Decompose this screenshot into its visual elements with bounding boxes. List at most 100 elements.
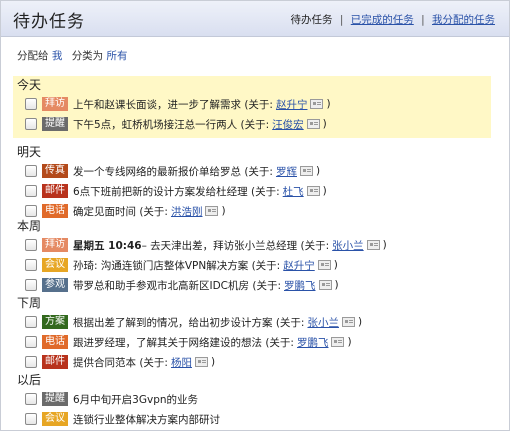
about-suffix: ) [333, 259, 338, 271]
contact-link[interactable]: 汪俊宏 [272, 117, 304, 132]
task-checkbox[interactable] [25, 118, 37, 130]
contact-card-icon[interactable] [306, 119, 320, 129]
contact-link[interactable]: 罗鹏飞 [284, 278, 316, 293]
task-checkbox[interactable] [25, 98, 37, 110]
filter-bar: 分配给 我 分类为 所有 [17, 48, 128, 63]
assign-filter-label: 分配给 [17, 50, 49, 62]
task-category-badge: 电话 [42, 204, 68, 218]
contact-link[interactable]: 杜飞 [283, 184, 304, 199]
task-text[interactable]: 发一个专线网络的最新报价单给罗总 [73, 164, 241, 179]
task-text[interactable]: 6月中旬开启3Gvpn的业务 [73, 392, 198, 407]
task-checkbox[interactable] [25, 185, 37, 197]
assign-filter-value[interactable]: 我 [52, 50, 63, 62]
contact-card-icon[interactable] [317, 260, 331, 270]
task-row: 提醒 下午5点，虹桥机场接汪总一行两人 (关于: 汪俊宏) [17, 114, 491, 134]
task-row: 提醒 6月中旬开启3Gvpn的业务 [17, 389, 491, 409]
about-suffix: ) [357, 316, 363, 328]
task-text[interactable]: 提供合同范本 [73, 355, 136, 370]
task-checkbox[interactable] [25, 279, 37, 291]
contact-card-icon[interactable] [366, 240, 380, 250]
task-checkbox[interactable] [25, 413, 37, 425]
contact-link[interactable]: 杨阳 [171, 355, 192, 370]
task-checkbox[interactable] [25, 336, 37, 348]
header-bar: 待办任务 待办任务 | 已完成的任务 | 我分配的任务 [1, 1, 509, 37]
contact-link[interactable]: 赵升宁 [283, 258, 315, 273]
task-category-badge: 提醒 [42, 392, 68, 406]
task-checkbox[interactable] [25, 259, 37, 271]
task-row: 会议 孙琦: 沟通连锁门店整体VPN解决方案 (关于: 赵升宁) [17, 255, 491, 275]
contact-card-icon[interactable] [310, 99, 324, 109]
group-title: 今天 [17, 78, 42, 92]
contact-card-icon[interactable] [331, 337, 345, 347]
task-category-badge: 会议 [42, 412, 68, 426]
task-text[interactable]: 带罗总和助手参观市北高新区IDC机房 [73, 278, 249, 293]
about-suffix: ) [347, 336, 352, 348]
about-suffix: ) [382, 239, 387, 251]
contact-link[interactable]: 张小兰 [332, 238, 364, 253]
task-category-badge: 传真 [42, 164, 68, 178]
task-checkbox[interactable] [25, 316, 37, 328]
task-category-badge: 邮件 [42, 355, 68, 369]
contact-card-icon[interactable] [299, 166, 313, 176]
task-text[interactable]: 跟进罗经理，了解其关于网络建设的想法 [73, 335, 262, 350]
about-suffix: ) [322, 118, 327, 130]
about-suffix: ) [315, 165, 321, 177]
task-category-badge: 拜访 [42, 238, 68, 252]
about-prefix: (关于: [241, 165, 273, 178]
group-title: 明天 [17, 145, 42, 159]
task-row: 邮件 6点下班前把新的设计方案发给杜经理 (关于: 杜飞) [17, 181, 491, 201]
about-prefix: (关于: [249, 279, 281, 292]
task-checkbox[interactable] [25, 393, 37, 405]
about-suffix: ) [326, 98, 331, 110]
task-text[interactable]: 6点下班前把新的设计方案发给杜经理 [73, 184, 248, 199]
contact-link[interactable]: 罗辉 [276, 164, 297, 179]
about-prefix: (关于: [262, 336, 294, 349]
contact-card-icon[interactable] [318, 280, 332, 290]
view-link-pending: 待办任务 [290, 14, 333, 26]
category-filter-value[interactable]: 所有 [107, 50, 128, 62]
task-row: 邮件 提供合同范本 (关于: 杨阳) [17, 352, 491, 372]
task-row: 电话 跟进罗经理，了解其关于网络建设的想法 (关于: 罗鹏飞) [17, 332, 491, 352]
task-category-badge: 邮件 [42, 184, 68, 198]
about-prefix: (关于: [297, 239, 330, 252]
contact-card-icon[interactable] [205, 206, 219, 216]
about-suffix: ) [334, 279, 339, 291]
about-suffix: ) [322, 185, 327, 197]
task-checkbox[interactable] [25, 165, 37, 177]
contact-card-icon[interactable] [341, 317, 355, 327]
contact-link[interactable]: 罗鹏飞 [297, 335, 329, 350]
view-link-completed[interactable]: 已完成的任务 [351, 14, 414, 26]
task-text[interactable]: – 去天津出差，拜访张小兰总经理 [142, 238, 298, 253]
task-row: 会议 连锁行业整体解决方案内部研讨 [17, 409, 491, 429]
group-title: 以后 [17, 373, 42, 387]
task-checkbox[interactable] [25, 205, 37, 217]
task-text[interactable]: 根据出差了解到的情况，给出初步设计方案 [73, 315, 273, 330]
page-title: 待办任务 [13, 12, 85, 32]
task-time: 星期五 10:46 [73, 239, 142, 252]
view-link-separator: | [421, 14, 425, 26]
task-checkbox[interactable] [25, 239, 37, 251]
view-switcher: 待办任务 | 已完成的任务 | 我分配的任务 [291, 12, 495, 27]
task-text[interactable]: 上午和赵课长面谈，进一步了解需求 [73, 97, 241, 112]
task-category-badge: 提醒 [42, 117, 68, 131]
view-link-assigned[interactable]: 我分配的任务 [432, 14, 495, 26]
about-prefix: (关于: [241, 98, 273, 111]
task-group: 本周 拜访 星期五 10:46 – 去天津出差，拜访张小兰总经理 (关于: 张小兰) 会… [17, 217, 491, 295]
contact-link[interactable]: 赵升宁 [276, 97, 308, 112]
contact-card-icon[interactable] [194, 357, 208, 367]
contact-card-icon[interactable] [306, 186, 320, 196]
group-title: 下周 [17, 296, 42, 310]
about-prefix: (关于: [248, 259, 281, 272]
task-window: 待办任务 待办任务 | 已完成的任务 | 我分配的任务 分配给 我 分类为 所有… [0, 0, 510, 431]
task-row: 拜访 星期五 10:46 – 去天津出差，拜访张小兰总经理 (关于: 张小兰) [17, 235, 491, 255]
task-text[interactable]: 下午5点，虹桥机场接汪总一行两人 [73, 117, 237, 132]
about-prefix: (关于: [136, 356, 168, 369]
group-title: 本周 [17, 219, 42, 233]
category-filter-label: 分类为 [71, 50, 104, 62]
task-checkbox[interactable] [25, 356, 37, 368]
task-text[interactable]: 连锁行业整体解决方案内部研讨 [73, 412, 220, 427]
task-text[interactable]: 孙琦: 沟通连锁门店整体VPN解决方案 [73, 258, 248, 273]
task-row: 传真 发一个专线网络的最新报价单给罗总 (关于: 罗辉) [17, 161, 491, 181]
task-group: 今天 拜访 上午和赵课长面谈，进一步了解需求 (关于: 赵升宁) 提醒 下午5点，虹桥机场… [13, 76, 491, 138]
contact-link[interactable]: 张小兰 [307, 315, 339, 330]
